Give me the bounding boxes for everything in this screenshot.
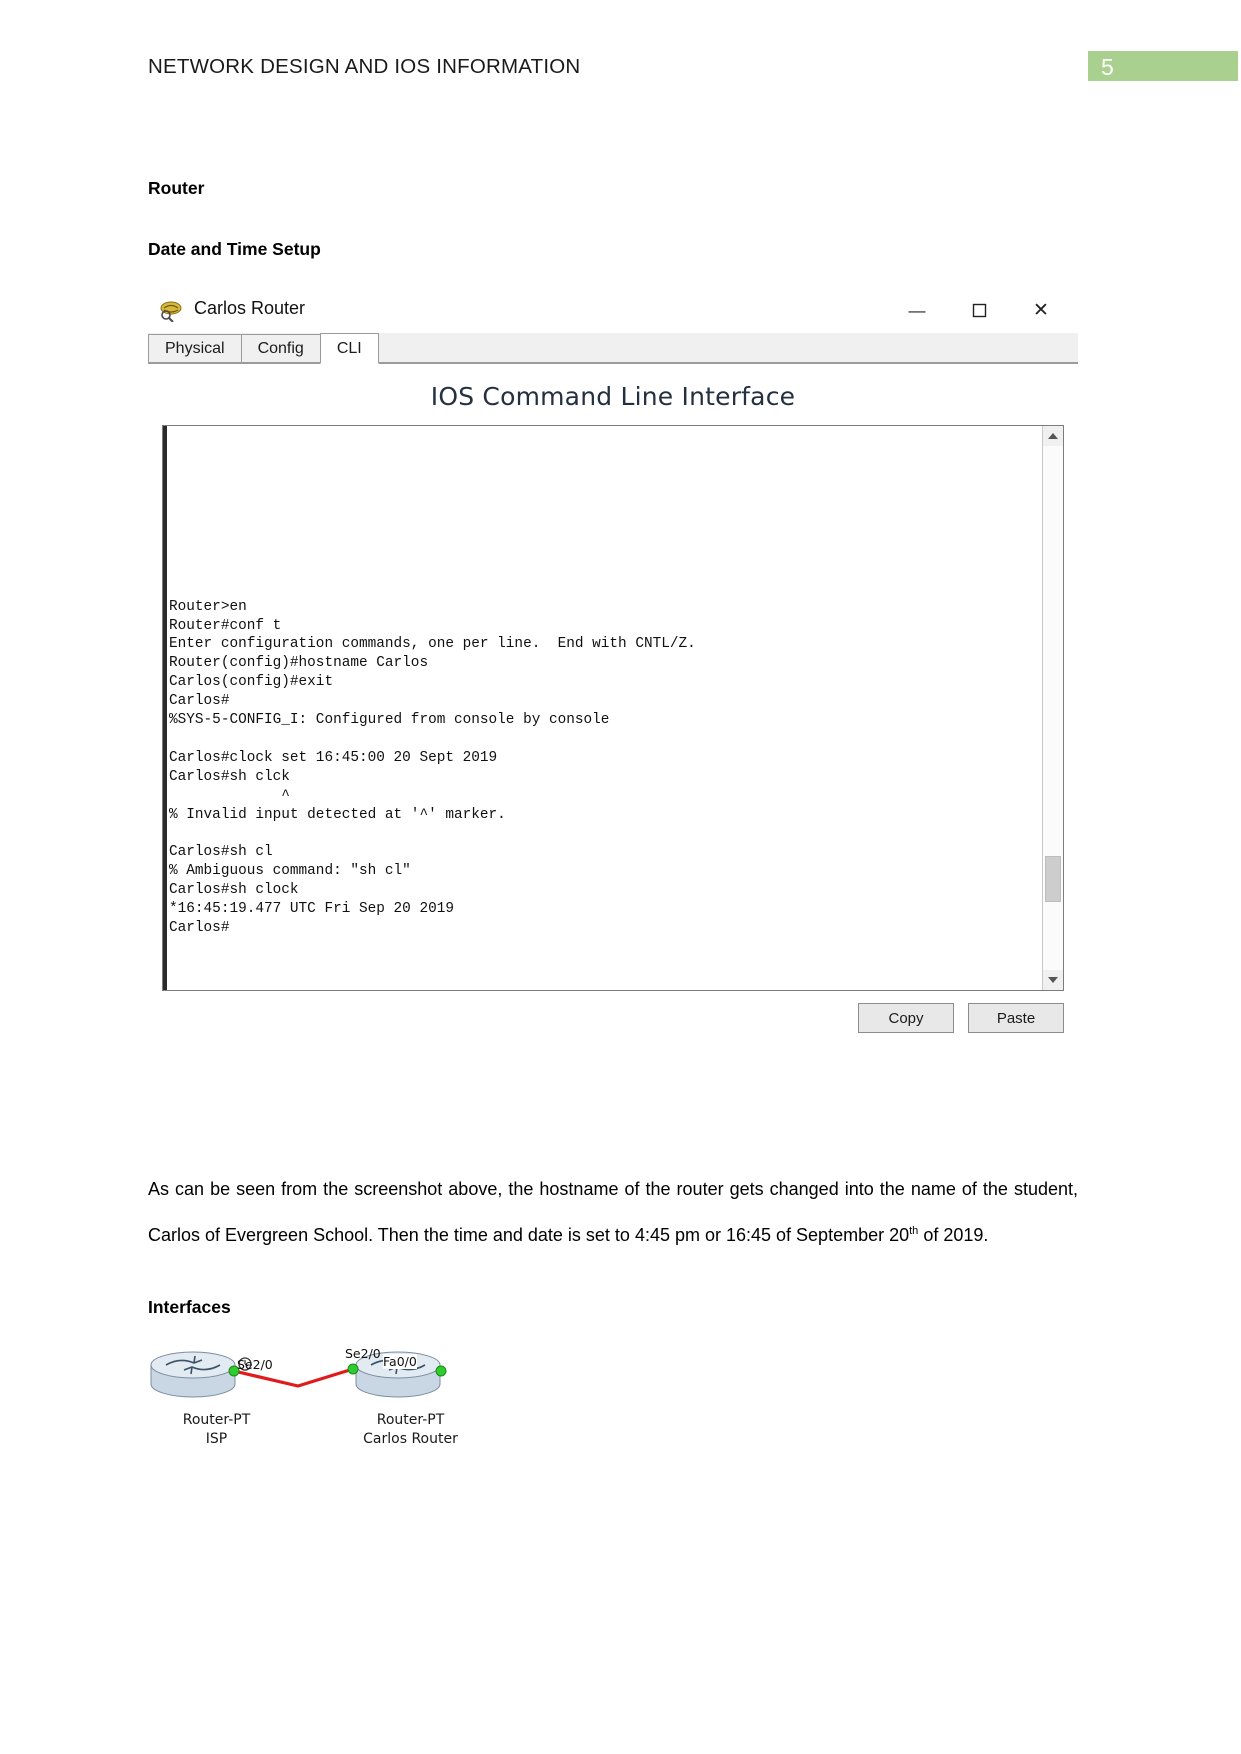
cli-tab-panel: IOS Command Line Interface Router>en Rou… (148, 364, 1078, 1041)
heading-interfaces: Interfaces (148, 1297, 231, 1317)
interface-label-se2-0-carlos: Se2/0 (345, 1346, 381, 1361)
page-number: 5 (1101, 54, 1114, 80)
interface-label-fa0-0: Fa0/0 (383, 1354, 417, 1369)
document-page: NETWORK DESIGN AND IOS INFORMATION 5 Rou… (0, 0, 1241, 1754)
device-model-isp: Router-PT (182, 1412, 251, 1428)
cli-action-buttons: Copy Paste (148, 991, 1078, 1041)
paste-button[interactable]: Paste (968, 1003, 1064, 1033)
copy-button[interactable]: Copy (858, 1003, 954, 1033)
interface-label-se2-0-isp: Se2/0 (237, 1357, 273, 1372)
window-tabstrip: Physical Config CLI (148, 333, 1078, 364)
scroll-down-arrow-icon[interactable] (1043, 970, 1063, 990)
cli-output-text: Router>en Router#conf t Enter configurat… (169, 598, 696, 937)
tab-config[interactable]: Config (240, 334, 321, 363)
tab-cli[interactable]: CLI (319, 333, 379, 364)
header-title: NETWORK DESIGN AND IOS INFORMATION (148, 55, 581, 78)
body-paragraph: As can be seen from the screenshot above… (148, 1168, 1078, 1256)
close-button[interactable]: ✕ (1010, 292, 1072, 328)
scroll-up-arrow-icon[interactable] (1043, 426, 1063, 446)
device-name-isp: ISP (205, 1431, 228, 1447)
paragraph-text-part2: of 2019. (918, 1225, 989, 1245)
device-name-carlos: Carlos Router (363, 1431, 458, 1447)
heading-router: Router (148, 178, 205, 198)
maximize-button[interactable] (948, 292, 1010, 328)
cli-panel-title: IOS Command Line Interface (430, 382, 796, 411)
tabstrip-filler (377, 362, 1078, 363)
window-titlebar: Carlos Router — ✕ (148, 288, 1078, 333)
link-status-dot (435, 1365, 447, 1377)
terminal-scrollbar[interactable] (1042, 426, 1063, 990)
device-label-carlos: Router-PT Carlos Router (328, 1411, 493, 1449)
window-title: Carlos Router (194, 298, 306, 318)
terminal-left-edge (163, 426, 167, 990)
cli-terminal[interactable]: Router>en Router#conf t Enter configurat… (162, 425, 1064, 991)
heading-date-and-time-setup: Date and Time Setup (148, 239, 321, 259)
scrollbar-thumb[interactable] (1045, 856, 1061, 902)
router-isp-icon (150, 1351, 236, 1398)
tab-physical[interactable]: Physical (148, 334, 242, 363)
link-status-dot (347, 1363, 359, 1375)
document-header: NETWORK DESIGN AND IOS INFORMATION 5 (0, 0, 1241, 110)
router-device-icon (158, 298, 184, 323)
device-label-isp: Router-PT ISP (149, 1411, 284, 1449)
ordinal-suffix: th (909, 1225, 919, 1237)
device-model-carlos: Router-PT (376, 1412, 445, 1428)
network-topology-diagram: Se2/0 Se2/0 Fa0/0 Router-PT ISP Router-P… (148, 1338, 498, 1458)
page-number-badge: 5 (1088, 51, 1238, 81)
packet-tracer-window: Carlos Router — ✕ Physical Config CLI IO… (148, 288, 1078, 1041)
